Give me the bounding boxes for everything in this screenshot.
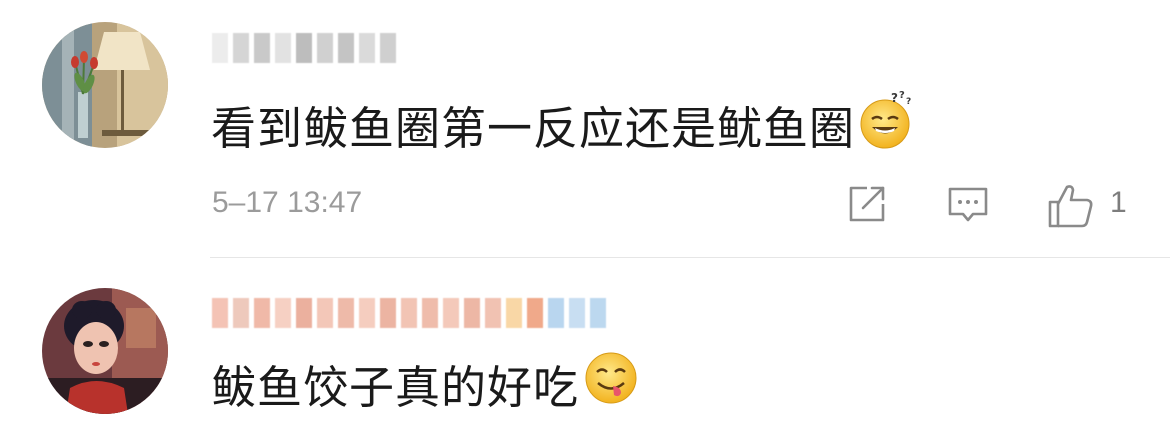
share-icon[interactable] bbox=[845, 182, 889, 231]
comment-icon[interactable] bbox=[946, 182, 990, 231]
comment-text-content: 看到鲅鱼圈第一反应还是鱿鱼圈 bbox=[211, 101, 856, 155]
sleepy-grin-emoji: ? ? ? bbox=[859, 88, 919, 161]
svg-text:?: ? bbox=[899, 90, 906, 101]
yum-tongue-emoji bbox=[583, 350, 639, 417]
svg-text:?: ? bbox=[891, 91, 899, 105]
divider bbox=[210, 257, 1170, 258]
avatar[interactable] bbox=[42, 288, 168, 414]
comment-item: 看到鲅鱼圈第一反应还是鱿鱼圈 ? ? ? 5–17 13:47 1 bbox=[0, 0, 1170, 258]
avatar[interactable] bbox=[42, 22, 168, 148]
svg-text:?: ? bbox=[906, 97, 912, 107]
username-blurred[interactable] bbox=[212, 28, 401, 68]
username-blurred[interactable] bbox=[212, 293, 611, 333]
thumbs-up-icon[interactable] bbox=[1046, 182, 1094, 235]
comment-actions: 1 bbox=[0, 180, 1170, 230]
comment-text: 看到鲅鱼圈第一反应还是鱿鱼圈 ? ? ? bbox=[211, 90, 919, 155]
comment-text-content: 鲅鱼饺子真的好吃 bbox=[211, 360, 580, 414]
comment-text: 鲅鱼饺子真的好吃 bbox=[211, 352, 639, 414]
like-count: 1 bbox=[1110, 186, 1127, 219]
comment-item: 鲅鱼饺子真的好吃 bbox=[0, 259, 1170, 442]
